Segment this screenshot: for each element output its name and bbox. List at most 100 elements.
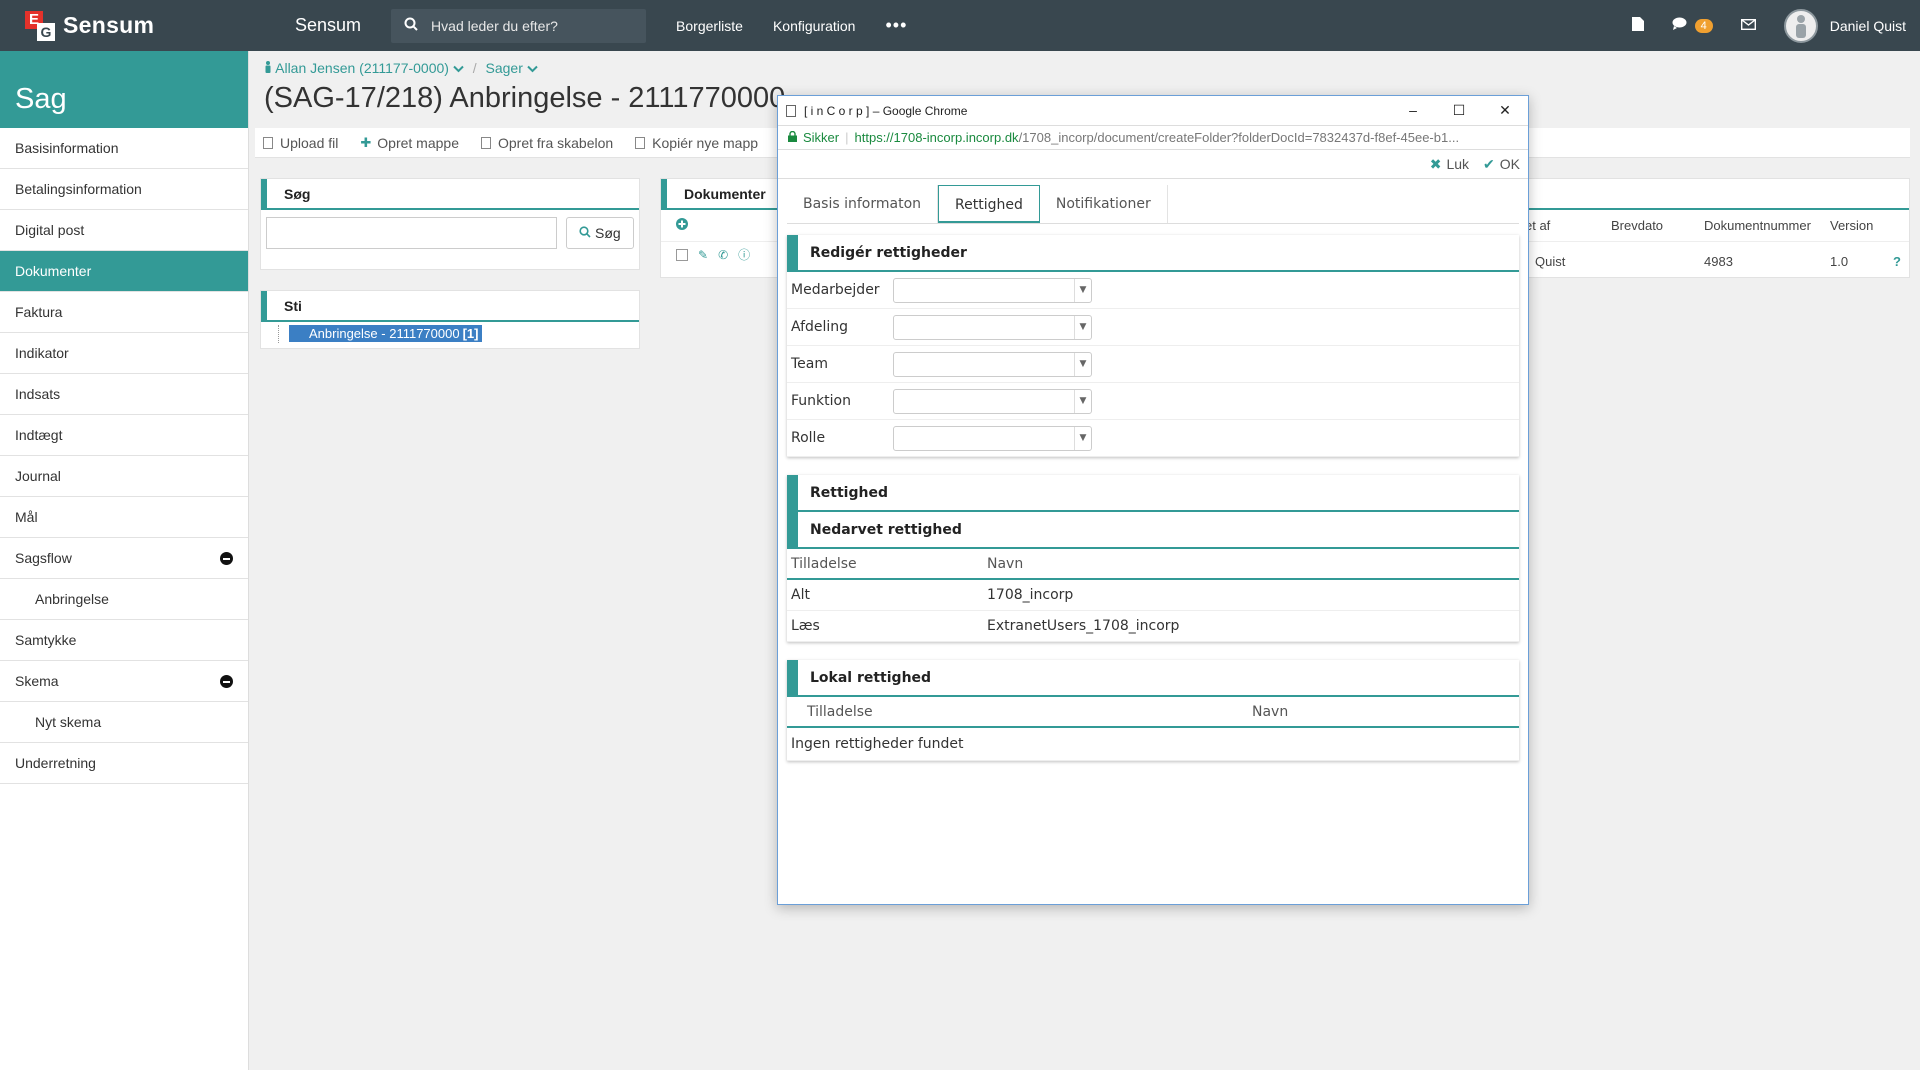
tab-basis-information[interactable]: Basis informaton bbox=[787, 185, 939, 223]
incorp-popup-window: [ i n C o r p ] – Google Chrome – ☐ ✕ Si… bbox=[777, 95, 1529, 905]
column-header[interactable]: Brevdato bbox=[1611, 218, 1663, 233]
sidebar-item-samtykke[interactable]: Samtykke bbox=[0, 620, 248, 661]
url-host: https://1708-incorp.incorp.dk bbox=[854, 130, 1019, 145]
name-cell: 1708_incorp bbox=[987, 587, 1074, 603]
collapse-icon[interactable] bbox=[220, 552, 233, 565]
window-title: [ i n C o r p ] – Google Chrome bbox=[804, 103, 968, 118]
popup-tabs: Basis informaton Rettighed Notifikatione… bbox=[787, 185, 1519, 224]
tab-notifikationer[interactable]: Notifikationer bbox=[1039, 185, 1168, 223]
afdeling-select[interactable]: ▼ bbox=[893, 314, 1092, 340]
maximize-icon[interactable]: ☐ bbox=[1436, 96, 1482, 125]
search-panel: Søg Søg bbox=[260, 178, 640, 270]
info-icon[interactable]: ⓘ bbox=[738, 246, 750, 263]
sidebar-item-faktura[interactable]: Faktura bbox=[0, 292, 248, 333]
document-search-input[interactable] bbox=[266, 217, 557, 249]
sidebar-item-indikator[interactable]: Indikator bbox=[0, 333, 248, 374]
eg-logo-icon: E G bbox=[25, 10, 55, 41]
chat-icon bbox=[1672, 17, 1687, 34]
help-icon[interactable]: ? bbox=[1893, 254, 1901, 269]
funktion-select[interactable]: ▼ bbox=[893, 388, 1092, 414]
dropdown-arrow-icon[interactable]: ▼ bbox=[1074, 426, 1091, 450]
document-icon[interactable] bbox=[1632, 16, 1645, 35]
sidebar-item-underretning[interactable]: Underretning bbox=[0, 743, 248, 784]
attachment-icon[interactable]: ✆ bbox=[718, 248, 728, 262]
breadcrumb-person[interactable]: Allan Jensen (211177-0000) bbox=[275, 60, 449, 76]
form-row-medarbejder: Medarbejder ▼ bbox=[787, 272, 1519, 309]
page-icon bbox=[786, 104, 796, 117]
column-header: Navn bbox=[1252, 703, 1289, 720]
row-checkbox[interactable] bbox=[676, 248, 688, 261]
chat-button[interactable]: 4 bbox=[1672, 17, 1713, 34]
nav-konfiguration[interactable]: Konfiguration bbox=[773, 18, 856, 34]
copy-folders-button[interactable]: Kopiér nye mapp bbox=[635, 135, 758, 151]
field-label: Medarbejder bbox=[791, 282, 880, 298]
dropdown-arrow-icon[interactable]: ▼ bbox=[1074, 315, 1091, 339]
close-button[interactable]: ✖ Luk bbox=[1430, 156, 1469, 173]
rolle-select[interactable]: ▼ bbox=[893, 425, 1092, 451]
chevron-down-icon[interactable] bbox=[453, 60, 468, 76]
edit-icon[interactable]: ✎ bbox=[698, 248, 708, 262]
column-header: Tilladelse bbox=[807, 703, 873, 720]
search-icon[interactable] bbox=[391, 17, 431, 35]
path-panel-title: Sti bbox=[261, 291, 639, 322]
logo[interactable]: E G Sensum bbox=[0, 0, 249, 51]
sidebar-item-indtaegt[interactable]: Indtægt bbox=[0, 415, 248, 456]
dropdown-arrow-icon[interactable]: ▼ bbox=[1074, 389, 1091, 413]
global-search-input[interactable] bbox=[431, 17, 632, 34]
ok-button[interactable]: ✔ OK bbox=[1483, 156, 1520, 173]
sidebar-item-skema[interactable]: Skema bbox=[0, 661, 248, 702]
minimize-icon[interactable]: – bbox=[1390, 96, 1436, 125]
close-icon[interactable]: ✕ bbox=[1482, 96, 1528, 125]
window-titlebar[interactable]: [ i n C o r p ] – Google Chrome – ☐ ✕ bbox=[778, 96, 1528, 125]
permission-cell: Alt bbox=[791, 587, 810, 603]
sidebar-item-dokumenter[interactable]: Dokumenter bbox=[0, 251, 248, 292]
sidebar-item-anbringelse[interactable]: Anbringelse bbox=[0, 579, 248, 620]
tab-rettighed[interactable]: Rettighed bbox=[938, 185, 1040, 223]
section-title: Nedarvet rettighed bbox=[787, 512, 1519, 549]
collapse-icon[interactable] bbox=[220, 675, 233, 688]
tree-node[interactable]: Anbringelse - 2111770000 [1] bbox=[278, 325, 639, 343]
copy-icon bbox=[635, 136, 646, 149]
create-from-template-button[interactable]: Opret fra skabelon bbox=[481, 135, 613, 151]
plus-icon: ✚ bbox=[360, 134, 372, 150]
section-title: Redigér rettigheder bbox=[787, 235, 1519, 272]
version: 1.0 bbox=[1830, 254, 1849, 269]
column-header[interactable]: Version bbox=[1830, 218, 1873, 233]
upload-file-button[interactable]: Upload fil bbox=[263, 135, 338, 151]
chevron-down-icon[interactable] bbox=[527, 60, 538, 76]
address-bar[interactable]: Sikker | https://1708-incorp.incorp.dk/1… bbox=[778, 125, 1528, 150]
local-table-header: Tilladelse Navn bbox=[787, 697, 1519, 728]
search-button[interactable]: Søg bbox=[566, 217, 634, 249]
sidebar-item-indsats[interactable]: Indsats bbox=[0, 374, 248, 415]
medarbejder-select[interactable]: ▼ bbox=[893, 277, 1092, 303]
popup-actions: ✖ Luk ✔ OK bbox=[778, 150, 1528, 179]
tree-node-selected[interactable]: Anbringelse - 2111770000 [1] bbox=[289, 325, 483, 342]
user-name[interactable]: Daniel Quist bbox=[1830, 18, 1906, 34]
dropdown-arrow-icon[interactable]: ▼ bbox=[1074, 352, 1091, 376]
sidebar-item-digital-post[interactable]: Digital post bbox=[0, 210, 248, 251]
sidebar-item-nyt-skema[interactable]: Nyt skema bbox=[0, 702, 248, 743]
column-header[interactable]: Dokumentnummer bbox=[1704, 218, 1811, 233]
sidebar-item-maal[interactable]: Mål bbox=[0, 497, 248, 538]
sidebar-item-sagsflow[interactable]: Sagsflow bbox=[0, 538, 248, 579]
chat-count-badge: 4 bbox=[1694, 19, 1713, 34]
create-folder-button[interactable]: ✚ Opret mappe bbox=[360, 135, 459, 151]
rights-section: Rettighed Nedarvet rettighed Tilladelse … bbox=[787, 475, 1519, 642]
sidebar-item-betalingsinformation[interactable]: Betalingsinformation bbox=[0, 169, 248, 210]
app-name[interactable]: Sensum bbox=[295, 15, 361, 36]
field-label: Funktion bbox=[791, 393, 851, 409]
sidebar: Sag Basisinformation Betalingsinformatio… bbox=[0, 51, 249, 1070]
breadcrumb-separator: / bbox=[472, 60, 477, 76]
dropdown-arrow-icon[interactable]: ▼ bbox=[1074, 278, 1091, 302]
breadcrumb-cases[interactable]: Sager bbox=[486, 60, 523, 76]
global-search[interactable] bbox=[391, 8, 647, 43]
team-select[interactable]: ▼ bbox=[893, 351, 1092, 377]
more-menu-icon[interactable]: ••• bbox=[885, 15, 907, 36]
form-row-team: Team ▼ bbox=[787, 346, 1519, 383]
nav-borgerliste[interactable]: Borgerliste bbox=[676, 18, 743, 34]
mail-icon[interactable] bbox=[1740, 17, 1756, 34]
sidebar-item-journal[interactable]: Journal bbox=[0, 456, 248, 497]
avatar[interactable] bbox=[1783, 8, 1818, 43]
path-panel: Sti Anbringelse - 2111770000 [1] bbox=[260, 290, 640, 349]
sidebar-item-basisinformation[interactable]: Basisinformation bbox=[0, 128, 248, 169]
